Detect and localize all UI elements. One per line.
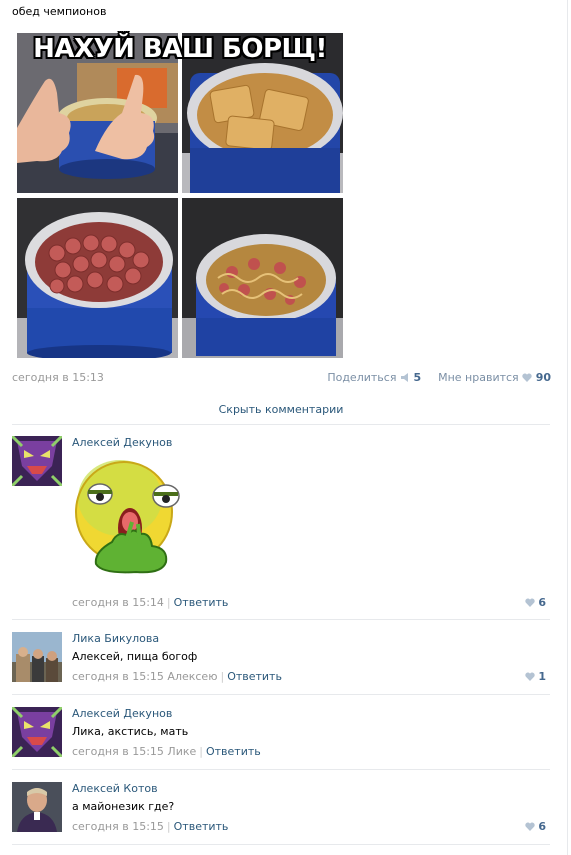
post-text: обед чемпионов — [12, 5, 107, 18]
heart-icon — [522, 373, 532, 382]
comment: Алексей Котов а майонезик где? сегодня в… — [12, 782, 552, 837]
share-label: Поделиться — [327, 371, 397, 384]
comment-time[interactable]: сегодня в 15:15 — [72, 745, 164, 758]
divider — [12, 424, 550, 425]
post-date[interactable]: сегодня в 15:13 — [12, 371, 104, 384]
reply-link[interactable]: Ответить — [227, 670, 282, 683]
disgusted-smiley-sticker — [72, 452, 190, 580]
comment-time[interactable]: сегодня в 15:15 — [72, 670, 164, 683]
comment: Алексей Декунов Лика, акстись, мать сего… — [12, 707, 552, 762]
photo-mixed-pot[interactable] — [182, 198, 343, 358]
post-actions: Поделиться 5 Мне нравится 90 — [327, 371, 551, 384]
comment-reply-to[interactable]: Алексею — [167, 670, 217, 683]
comment-time[interactable]: сегодня в 15:14 — [72, 596, 164, 609]
megaphone-icon — [400, 373, 408, 382]
comment-reply-to[interactable]: Лике — [167, 745, 196, 758]
comment-like-button[interactable]: 1 — [524, 670, 546, 683]
comment-author[interactable]: Алексей Декунов — [72, 436, 172, 449]
comment-like-button[interactable]: 6 — [524, 596, 546, 609]
comment-like-count: 1 — [538, 670, 546, 683]
post-photo-grid[interactable]: НАХУЙ ВАШ БОРЩ! — [17, 33, 343, 358]
comment-like-button[interactable]: 6 — [524, 820, 546, 833]
comment-meta: сегодня в 15:15 | Ответить — [72, 820, 229, 833]
reply-link[interactable]: Ответить — [174, 596, 229, 609]
share-button[interactable]: Поделиться 5 — [327, 371, 424, 384]
like-button[interactable]: Мне нравится 90 — [438, 371, 551, 384]
hide-comments-link[interactable]: Скрыть комментарии — [12, 403, 550, 416]
photo-sausages-pot[interactable] — [17, 198, 178, 358]
comment-author[interactable]: Лика Бикулова — [72, 632, 159, 645]
heart-icon — [524, 822, 535, 831]
heart-icon — [524, 598, 535, 607]
comment-like-count: 6 — [538, 820, 546, 833]
comment-meta: сегодня в 15:15 Лике | Ответить — [72, 745, 261, 758]
avatar[interactable] — [12, 632, 62, 682]
divider — [12, 694, 550, 695]
post-meta: сегодня в 15:13 Поделиться 5 Мне нравитс… — [12, 371, 551, 387]
comment-meta: сегодня в 15:14 | Ответить — [72, 596, 229, 609]
reply-link[interactable]: Ответить — [206, 745, 261, 758]
comment-text: Алексей, пища богоф — [72, 650, 198, 663]
comment-time[interactable]: сегодня в 15:15 — [72, 820, 164, 833]
comment-text: Лика, акстись, мать — [72, 725, 189, 738]
comment-author[interactable]: Алексей Декунов — [72, 707, 172, 720]
share-count: 5 — [413, 371, 422, 384]
like-label: Мне нравится — [438, 371, 519, 384]
divider — [12, 769, 550, 770]
comment: Лика Бикулова Алексей, пища богоф сегодн… — [12, 632, 552, 687]
comment-meta: сегодня в 15:15 Алексею | Ответить — [72, 670, 282, 683]
page-edge-divider — [567, 0, 568, 855]
comment-author[interactable]: Алексей Котов — [72, 782, 158, 795]
like-count: 90 — [535, 371, 551, 384]
avatar[interactable] — [12, 782, 62, 832]
photo-caption: НАХУЙ ВАШ БОРЩ! — [33, 34, 327, 64]
comment-like-count: 6 — [538, 596, 546, 609]
comment-text: а майонезик где? — [72, 800, 175, 813]
divider — [12, 844, 550, 845]
heart-icon — [524, 672, 535, 681]
comment: Алексей Декунов сегодня в 15:14 | Ответить… — [12, 436, 552, 616]
avatar[interactable] — [12, 707, 62, 757]
divider — [12, 619, 550, 620]
avatar[interactable] — [12, 436, 62, 486]
reply-link[interactable]: Ответить — [174, 820, 229, 833]
